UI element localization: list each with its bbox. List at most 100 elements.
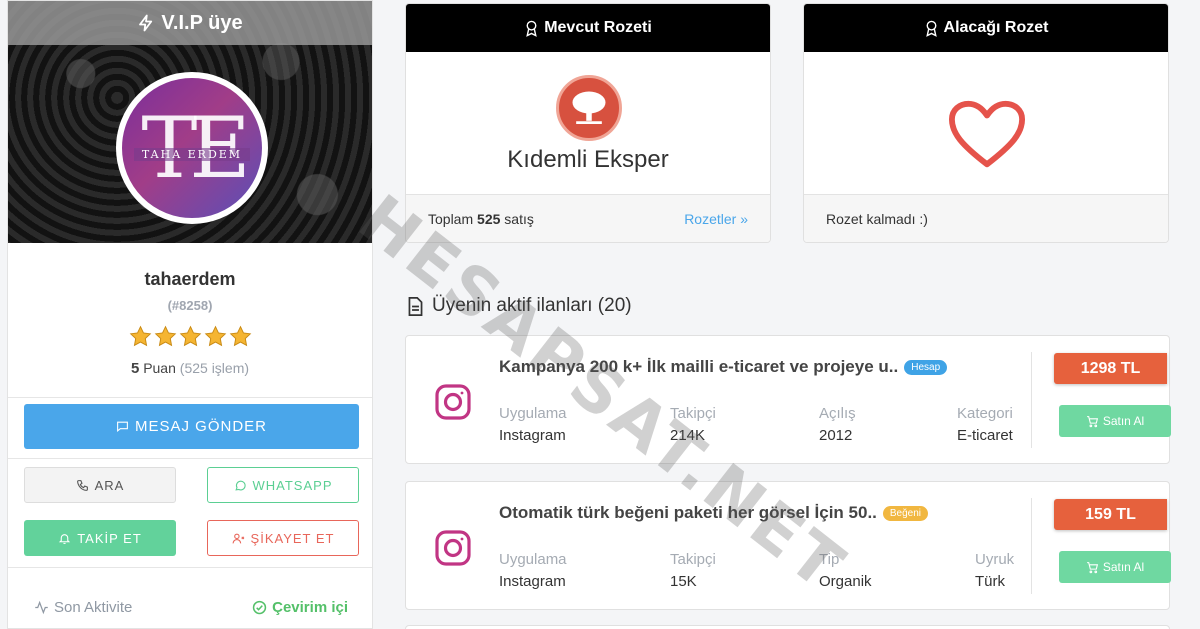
star-icon [179,325,201,347]
online-status: Çevirim içi [252,599,348,616]
attr-key: Tip [819,551,840,568]
star-icon [204,325,226,347]
avatar-text: TAHA ERDEM [134,148,250,161]
attr-key: Uyruk [975,551,1015,568]
total-sales: Toplam 525 satış [428,211,534,227]
listing-card[interactable]: Otomatik türk beğeni paketi her görsel İ… [405,481,1171,610]
star-icon [129,325,151,347]
call-label: ARA [94,477,125,493]
instagram-icon [435,384,471,420]
attr-key: Uygulama [499,405,567,422]
listing-attr: Uyruk Türk [975,551,1014,590]
next-badge-header: Alacağı Rozet [804,4,1168,52]
no-badge-text: Rozet kalmadı :) [826,210,928,227]
score-line: 5 Puan (525 işlem) [8,360,372,377]
award-icon [925,20,937,37]
report-button[interactable]: ŞİKAYET ET [207,520,359,556]
user-id: (#8258) [167,298,213,313]
username[interactable]: tahaerdem [8,269,372,290]
badges-link[interactable]: Rozetler » [684,211,748,227]
award-icon [526,20,537,37]
listing-attr: Kategori E-ticaret [957,405,1013,444]
follow-button[interactable]: TAKİP ET [24,520,176,556]
attr-value: 2012 [819,427,853,444]
follow-label: TAKİP ET [77,530,142,546]
attr-value: 15K [670,573,697,590]
total-suffix: satış [504,210,534,227]
star-icon [229,325,251,347]
cart-icon [1086,415,1098,427]
tree-icon [572,91,606,125]
avatar: TE TAHA ERDEM [116,72,268,224]
listing-card[interactable]: Kampanya 200 k+ İlk mailli e-ticaret ve … [405,335,1171,464]
divider [8,567,372,568]
score-unit: Puan [143,360,176,376]
next-badge-title: Alacağı Rozet [943,19,1049,36]
divider [8,397,372,398]
listing-attr: Açılış 2012 [819,405,856,444]
listing-attr: Tip Organik [819,551,872,590]
send-message-button[interactable]: MESAJ GÖNDER [24,404,359,449]
star-icon [154,325,176,347]
chat-icon [117,421,128,432]
score-value: 5 [130,360,140,377]
listing-attr: Takipçi 15K [670,551,716,590]
activity-label: Son Aktivite [54,599,133,616]
current-badge-title: Mevcut Rozeti [544,19,652,36]
report-label: ŞİKAYET ET [250,530,335,546]
attr-key: Uygulama [499,551,567,568]
attr-key: Açılış [819,405,856,422]
attr-value: Organik [819,573,872,590]
whatsapp-button[interactable]: WHATSAPP [207,467,359,503]
rating-stars [8,325,372,348]
tree-badge-icon [556,75,622,141]
attr-value: Türk [975,573,1005,590]
current-badge-header: Mevcut Rozeti [406,4,770,52]
vip-bar: V.I.P üye [8,1,372,45]
divider [1031,352,1032,448]
profile-cover: V.I.P üye TE TAHA ERDEM [8,1,372,243]
attr-key: Takipçi [670,405,716,422]
buy-button[interactable]: Satın Al [1059,405,1171,437]
phone-icon [76,479,88,491]
check-circle-icon [252,600,267,615]
attr-value: 214K [670,427,706,444]
price-badge: 1298 TL [1054,353,1167,384]
last-activity: Son Aktivite [34,599,132,616]
listing-title-text: Kampanya 200 k+ İlk mailli e-ticaret ve … [499,357,899,376]
listing-card[interactable] [405,625,1170,629]
listing-attr: Uygulama Instagram [499,551,567,590]
divider [1031,498,1032,594]
listing-title[interactable]: Kampanya 200 k+ İlk mailli e-ticaret ve … [499,357,948,377]
whatsapp-icon [234,480,246,490]
user-report-icon [232,533,244,543]
online-label: Çevirim içi [272,599,348,616]
total-prefix: Toplam [428,210,474,227]
activity-icon [35,600,48,615]
call-button[interactable]: ARA [24,467,176,503]
attr-key: Kategori [957,405,1013,422]
price-badge: 159 TL [1054,499,1167,530]
document-icon [408,296,423,316]
listing-attr: Takipçi 214K [670,405,716,444]
attr-key: Takipçi [670,551,716,568]
listing-title-text: Otomatik türk beğeni paketi her görsel İ… [499,503,877,522]
buy-label: Satın Al [1102,560,1145,574]
badge-name: Kıdemli Eksper [507,146,669,173]
vip-label: V.I.P üye [161,11,243,34]
listing-attr: Uygulama Instagram [499,405,567,444]
listing-title[interactable]: Otomatik türk beğeni paketi her görsel İ… [499,503,929,523]
attr-value: Instagram [499,573,566,590]
listings-title: Üyenin aktif ilanları (20) [432,295,632,316]
profile-card: V.I.P üye TE TAHA ERDEM tahaerdem (#8258… [7,0,373,629]
total-count: 525 [477,210,501,227]
current-badge-footer: Toplam 525 satış Rozetler » [406,194,770,242]
current-badge-card: Mevcut Rozeti Kıdemli Eksper Toplam 525 … [405,3,771,243]
bell-icon [59,533,71,544]
attr-value: E-ticaret [957,427,1013,444]
next-badge-card: Alacağı Rozet Rozet kalmadı :) [803,3,1169,243]
lightning-icon [139,14,153,32]
attr-value: Instagram [499,427,566,444]
buy-button[interactable]: Satın Al [1059,551,1171,583]
whatsapp-label: WHATSAPP [252,477,333,493]
